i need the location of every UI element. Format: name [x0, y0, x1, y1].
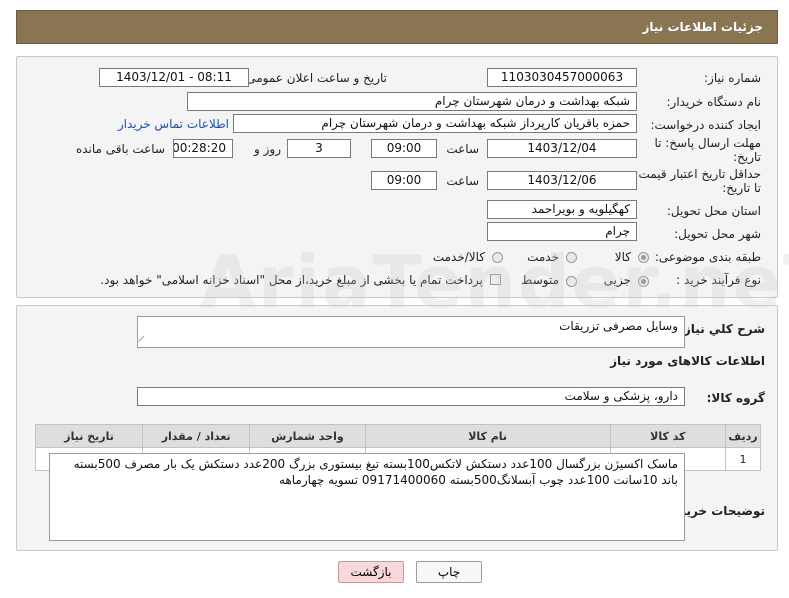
col-need-date: تاریخ نیاز: [34, 424, 144, 448]
buyer-notes-text: ماسک اکسیژن بزرگسال 100عدد دستکش لاتکس10…: [73, 457, 678, 487]
category-goods-radio[interactable]: [638, 252, 649, 263]
buyer-notes-textarea[interactable]: ماسک اکسیژن بزرگسال 100عدد دستکش لاتکس10…: [49, 453, 685, 541]
category-both-radio[interactable]: [492, 252, 503, 263]
category-label: طبقه بندی موضوعی:: [654, 250, 761, 264]
process-minor-radio[interactable]: [638, 276, 649, 287]
price-time-field: 09:00: [371, 171, 437, 190]
col-row-number: ردیف: [725, 424, 761, 448]
creator-field: حمزه باقریان کارپرداز شبکه بهداشت و درما…: [233, 114, 637, 133]
creator-label: ایجاد کننده درخواست:: [650, 118, 761, 132]
category-both-label: کالا/خدمت: [432, 250, 485, 264]
back-button[interactable]: بازگشت: [338, 561, 404, 583]
need-number-label: شماره نیاز:: [704, 71, 761, 85]
goods-group-label: گروه کالا:: [706, 391, 765, 405]
treasury-payment-checkbox[interactable]: [490, 274, 501, 285]
process-medium-label: متوسط: [521, 273, 559, 287]
summary-text: وسایل مصرفی تزریقات: [559, 319, 678, 333]
goods-table-header-row: ردیف کد کالا نام کالا واحد شمارش تعداد /…: [34, 424, 761, 448]
col-quantity: تعداد / مقدار: [142, 424, 251, 448]
cell-row-number: 1: [725, 447, 761, 471]
summary-label: شرح کلي نياز:: [679, 322, 765, 336]
process-medium-radio[interactable]: [566, 276, 577, 287]
need-info-panel: شماره نیاز: 1103030457000063 تاریخ و ساع…: [16, 56, 778, 298]
col-unit: واحد شمارش: [249, 424, 366, 448]
province-field: کهگیلویه و بویراحمد: [487, 200, 637, 219]
buyer-org-field: شبکه بهداشت و درمان شهرستان چرام: [187, 92, 637, 111]
goods-info-title: اطلاعات کالاهای مورد نیاز: [610, 354, 765, 368]
announce-datetime-field: 1403/12/01 - 08:11: [99, 68, 249, 87]
col-goods-code: کد کالا: [609, 424, 727, 448]
page-header: جزئیات اطلاعات نیاز: [16, 10, 778, 44]
resize-grip-icon[interactable]: [138, 335, 150, 347]
process-minor-label: جزیی: [603, 273, 631, 287]
page-title: جزئیات اطلاعات نیاز: [642, 20, 763, 34]
category-service-label: خدمت: [527, 250, 559, 264]
need-number-field: 1103030457000063: [487, 68, 637, 87]
buyer-contact-link[interactable]: اطلاعات تماس خریدار: [118, 117, 229, 131]
treasury-payment-note: پرداخت تمام یا بخشی از مبلغ خرید،از محل …: [100, 273, 483, 287]
city-label: شهر محل تحویل:: [674, 227, 761, 241]
reply-deadline-label: مهلت ارسال پاسخ: تا تاریخ:: [654, 136, 761, 164]
announce-label: تاریخ و ساعت اعلان عمومی:: [242, 71, 387, 85]
province-label: استان محل تحویل:: [666, 204, 761, 218]
reply-time-label: ساعت: [446, 142, 479, 156]
days-label: روز و: [254, 142, 281, 156]
remaining-time-field: 00:28:20: [173, 139, 233, 158]
reply-time-field: 09:00: [371, 139, 437, 158]
remaining-label: ساعت باقی مانده: [75, 142, 165, 156]
need-details-panel: شرح کلي نياز: وسایل مصرفی تزریقات اطلاعا…: [16, 305, 778, 551]
buyer-org-label: نام دستگاه خریدار:: [666, 95, 762, 109]
print-button[interactable]: چاپ: [416, 561, 482, 583]
category-service-radio[interactable]: [566, 252, 577, 263]
price-time-label: ساعت: [446, 174, 479, 188]
city-field: چرام: [487, 222, 637, 241]
price-date-field: 1403/12/06: [487, 171, 637, 190]
price-validity-label: حداقل تاریخ اعتبار قیمت: تا تاریخ:: [634, 167, 761, 195]
days-field: 3: [287, 139, 351, 158]
category-goods-label: کالا: [614, 250, 631, 264]
reply-date-field: 1403/12/04: [487, 139, 637, 158]
col-goods-name: نام کالا: [364, 424, 611, 448]
process-label: نوع فرآیند خرید :: [676, 273, 761, 287]
goods-group-field: دارو، پزشکی و سلامت: [137, 387, 685, 406]
summary-textarea[interactable]: وسایل مصرفی تزریقات: [137, 316, 685, 348]
